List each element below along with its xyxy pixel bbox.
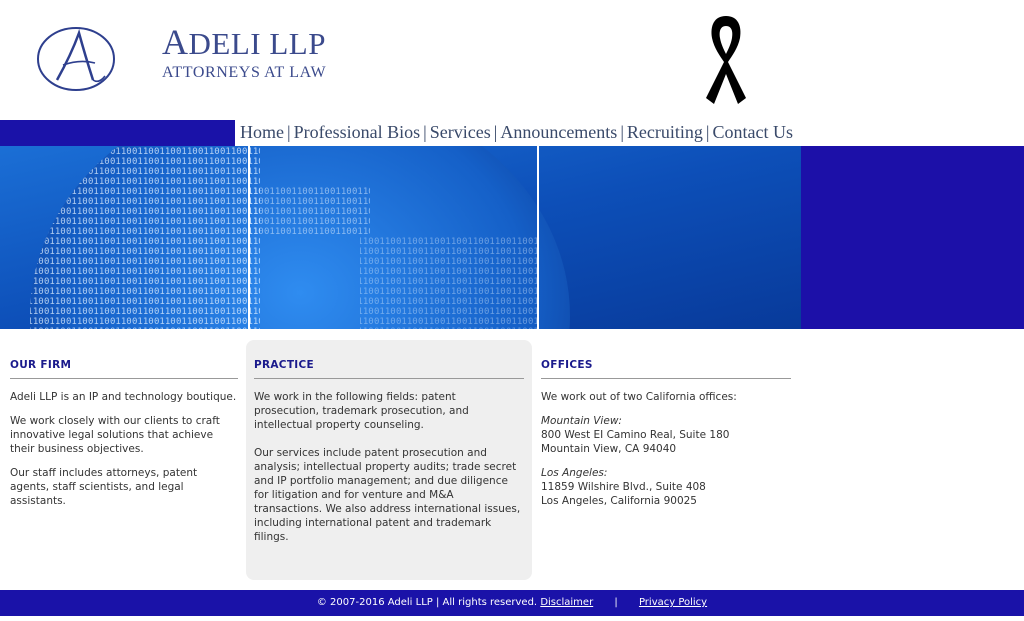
nav-separator: | bbox=[287, 122, 291, 142]
main-nav: Home | Professional Bios | Services | Announce… bbox=[240, 122, 793, 143]
brand-initial: A bbox=[162, 22, 189, 62]
brand: ADELI LLP ATTORNEYS AT LAW bbox=[162, 24, 326, 82]
privacy-policy-link[interactable]: Privacy Policy bbox=[639, 597, 707, 608]
office-address: Mountain View, CA 94040 bbox=[541, 443, 677, 455]
office-address: Los Angeles, California 90025 bbox=[541, 495, 697, 507]
nav-accent-bar bbox=[0, 120, 235, 146]
site-footer: © 2007-2016 Adeli LLP | All rights reser… bbox=[0, 590, 1024, 616]
black-ribbon-icon bbox=[706, 16, 746, 104]
firm-paragraph: Adeli LLP is an IP and technology boutiq… bbox=[10, 391, 237, 403]
nav-bar: Home | Professional Bios | Services | Announce… bbox=[0, 120, 1024, 146]
nav-separator: | bbox=[705, 122, 710, 142]
firm-paragraph: Our staff includes attorneys, patent age… bbox=[10, 467, 198, 507]
offices-intro: We work out of two California offices: bbox=[541, 391, 737, 403]
disclaimer-link[interactable]: Disclaimer bbox=[540, 597, 593, 608]
section-heading: PRACTICE bbox=[254, 340, 524, 379]
our-firm-section: OUR FIRM Adeli LLP is an IP and technolo… bbox=[10, 340, 238, 518]
nav-separator: | bbox=[423, 122, 427, 142]
office-address: 11859 Wilshire Blvd., Suite 408 bbox=[541, 481, 706, 493]
brand-name-rest: DELI LLP bbox=[188, 26, 326, 61]
practice-paragraph: Our services include patent prosecution … bbox=[254, 447, 521, 543]
practice-section: PRACTICE We work in the following fields… bbox=[246, 340, 532, 580]
section-heading: OFFICES bbox=[541, 340, 791, 379]
binary-globe-image: 0110 bbox=[0, 146, 801, 329]
nav-separator: | bbox=[620, 122, 624, 142]
section-heading: OUR FIRM bbox=[10, 340, 238, 379]
practice-paragraph: We work in the following fields: patent … bbox=[254, 391, 469, 431]
office-city: Los Angeles: bbox=[541, 467, 608, 479]
office-address: 800 West EI Camino Real, Suite 180 bbox=[541, 429, 730, 441]
nav-separator: | bbox=[493, 122, 498, 142]
footer-separator: | bbox=[614, 597, 618, 608]
adeli-logo-icon[interactable] bbox=[35, 25, 117, 93]
hero-banner: 0110 bbox=[0, 146, 1024, 329]
nav-announcements[interactable]: Announcements bbox=[500, 122, 617, 142]
firm-paragraph: We work closely with our clients to craf… bbox=[10, 415, 220, 455]
nav-home[interactable]: Home bbox=[240, 122, 284, 142]
nav-services[interactable]: Services bbox=[430, 122, 491, 142]
brand-tagline: ATTORNEYS AT LAW bbox=[162, 64, 327, 81]
nav-professional-bios[interactable]: Professional Bios bbox=[294, 122, 421, 142]
copyright-text: © 2007-2016 Adeli LLP | All rights reser… bbox=[316, 597, 538, 608]
office-city: Mountain View: bbox=[541, 415, 622, 427]
brand-name: ADELI LLP bbox=[162, 24, 326, 62]
site-header: ADELI LLP ATTORNEYS AT LAW bbox=[0, 0, 1024, 120]
office-los-angeles: Los Angeles: 11859 Wilshire Blvd., Suite… bbox=[541, 466, 791, 508]
nav-contact-us[interactable]: Contact Us bbox=[713, 122, 794, 142]
nav-recruiting[interactable]: Recruiting bbox=[627, 122, 703, 142]
office-mountain-view: Mountain View: 800 West EI Camino Real, … bbox=[541, 414, 791, 456]
offices-section: OFFICES We work out of two California of… bbox=[541, 340, 791, 508]
